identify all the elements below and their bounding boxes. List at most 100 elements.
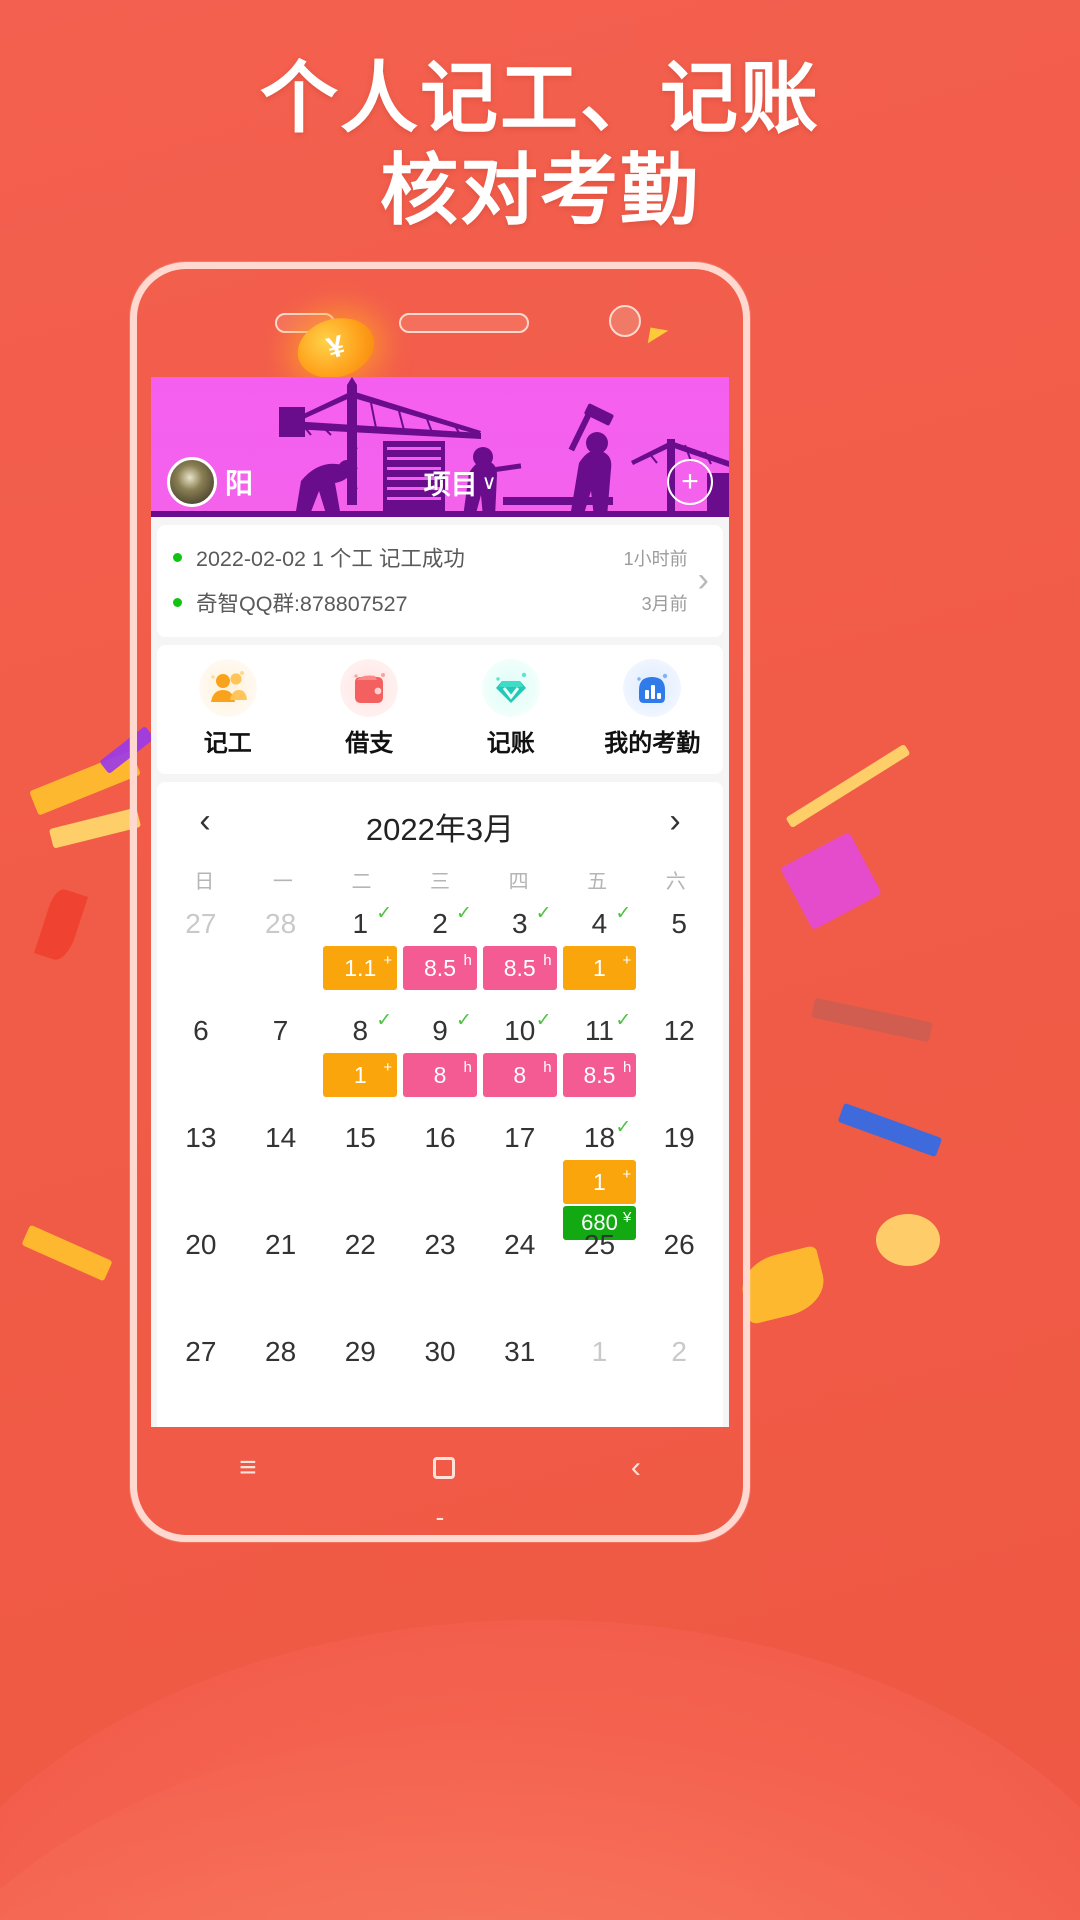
calendar-grid: 27 28 1 ✓ 1.1 +2 ✓ 8.5 h 3 ✓ 8.5 h 4 ✓ 1 +5 6 7 8 ✓ 1 +9 ✓ 8 h 10 ✓… [161, 898, 719, 1427]
calendar-day-cell[interactable]: 15 [320, 1112, 400, 1219]
calendar-day-cell[interactable]: 1 [560, 1326, 640, 1427]
calendar-day-cell[interactable]: 27 [161, 898, 241, 1005]
menu-icon[interactable]: ≡ [239, 1451, 257, 1485]
check-icon: ✓ [455, 903, 472, 924]
calendar-weekday: 三 [430, 871, 451, 893]
calendar-day-cell[interactable]: 2 ✓ 8.5 h [400, 898, 480, 1005]
chevron-down-icon: ∨ [481, 471, 497, 494]
calendar-day-cell[interactable]: 7 [241, 1005, 321, 1112]
confetti-ribbon [876, 1214, 940, 1266]
day-badge-unit: h [543, 1059, 552, 1076]
calendar-day-number: 26 [663, 1229, 695, 1260]
calendar-day-cell[interactable]: 28 [241, 898, 321, 1005]
notice-card[interactable]: 2022-02-02 1 个工 记工成功 1小时前 奇智QQ群:87880752… [157, 525, 723, 637]
calendar-day-cell[interactable]: 30 [400, 1326, 480, 1427]
day-badge[interactable]: 8h [403, 1053, 477, 1097]
calendar-day-cell[interactable]: 28 [241, 1326, 321, 1427]
front-camera [609, 305, 641, 337]
add-button[interactable]: + [667, 459, 713, 505]
list-item[interactable]: 2022-02-02 1 个工 记工成功 1小时前 [167, 535, 694, 580]
calendar-day-cell[interactable]: 6 [161, 1005, 241, 1112]
day-badge-value: 1 [593, 1168, 606, 1195]
calendar-day-cell[interactable]: 2 [639, 1326, 719, 1427]
calendar-day-cell[interactable]: 24 [480, 1219, 560, 1326]
quick-action-jigong[interactable]: 记工 [157, 659, 299, 758]
home-square-icon[interactable] [432, 1457, 455, 1479]
check-icon: ✓ [376, 903, 393, 924]
calendar-day-cell[interactable]: 21 [241, 1219, 321, 1326]
check-icon: ✓ [535, 1010, 552, 1031]
chevron-right-icon[interactable]: › [694, 561, 717, 600]
day-badge[interactable]: 1 + [323, 1053, 398, 1097]
calendar-day-cell[interactable]: 13 [161, 1112, 241, 1219]
day-badge[interactable]: 1 + [562, 1160, 637, 1204]
day-badge-unit: + [622, 952, 632, 969]
phone-mockup: ¥ 阳 项目 ∨ + 2022-02-02 1 个工 记工成功 1小时前 奇智Q… [130, 262, 750, 1542]
prev-month-button[interactable]: ‹ [183, 798, 227, 845]
quick-action-label: 记工 [203, 730, 252, 757]
calendar-day-cell[interactable]: 26 [639, 1219, 719, 1326]
back-icon[interactable]: ‹ [631, 1451, 641, 1485]
calendar-week-row: 27 28 1 ✓ 1.1 +2 ✓ 8.5 h 3 ✓ 8.5 h 4 ✓ 1 +5 [161, 898, 719, 1005]
calendar-day-number: 10 ✓ [504, 1010, 552, 1046]
avatar[interactable] [167, 457, 217, 507]
list-item[interactable]: 奇智QQ群:878807527 3月前 [167, 580, 694, 625]
calendar-day-cell[interactable]: 4 ✓ 1 + [560, 898, 640, 1005]
calendar-day-cell[interactable]: 11 ✓ 8.5 h [560, 1005, 640, 1112]
calendar-day-cell[interactable]: 14 [241, 1112, 321, 1219]
quick-action-jiezhi[interactable]: 借支 [299, 659, 441, 758]
day-badge[interactable]: 8h [482, 1053, 557, 1097]
quick-action-jizhang[interactable]: 记账 [440, 659, 582, 758]
calendar-weekday-header: 日一二三四五六 [161, 865, 719, 898]
day-badge[interactable]: 8.5 h [482, 946, 557, 990]
calendar-day-cell[interactable]: 3 ✓ 8.5 h [480, 898, 560, 1005]
calendar-day-number: 4 ✓ [591, 903, 632, 939]
confetti-ribbon [837, 1102, 943, 1158]
calendar-day-cell[interactable]: 27 [161, 1326, 241, 1427]
quick-action-wodekaoqin[interactable]: 我的考勤 [582, 659, 724, 758]
calendar-day-cell[interactable]: 18 ✓ 1 +680 ¥ [560, 1112, 640, 1240]
dash-indicator: - [435, 1502, 445, 1532]
confetti-ribbon [21, 1224, 113, 1282]
calendar-weekday: 日 [194, 871, 215, 893]
calendar-weekday: 六 [665, 871, 686, 893]
calendar-day-cell[interactable]: 17 [480, 1112, 560, 1219]
day-badge-value: 8.5 [424, 954, 456, 981]
notice-time: 1小时前 [623, 548, 688, 569]
calendar-day-cell[interactable]: 16 [400, 1112, 480, 1219]
confetti-ribbon [785, 743, 911, 829]
calendar-day-number: 18 ✓ [583, 1117, 632, 1153]
quick-action-row: 记工 借支 记账 我的考勤 [157, 645, 723, 774]
calendar-day-cell[interactable]: 12 [639, 1005, 719, 1112]
calendar-day-cell[interactable]: 25 [560, 1219, 640, 1326]
calendar-day-number: 2 ✓ [432, 903, 472, 939]
day-badge[interactable]: 8.5 h [403, 946, 477, 990]
calendar-day-number: 24 [504, 1229, 536, 1260]
calendar-day-cell[interactable]: 19 [639, 1112, 719, 1219]
calendar-day-cell[interactable]: 5 [639, 898, 719, 1005]
calendar-day-cell[interactable]: 8 ✓ 1 + [320, 1005, 400, 1112]
calendar-week-row: 13 14 15 16 17 18 ✓ 1 +680 ¥19 [161, 1112, 719, 1240]
day-badge-unit: + [383, 952, 393, 969]
next-month-button[interactable]: › [653, 798, 697, 845]
day-badge[interactable]: 1.1 + [323, 946, 398, 990]
calendar-day-cell[interactable]: 20 [161, 1219, 241, 1326]
calendar-day-number: 1 [591, 1336, 608, 1367]
day-badge[interactable]: 1 + [562, 946, 637, 990]
calendar-day-cell[interactable]: 1 ✓ 1.1 + [320, 898, 400, 1005]
phone-top-bezel: ¥ [137, 269, 743, 387]
check-icon: ✓ [615, 903, 632, 924]
day-badge[interactable]: 8.5 h [562, 1053, 637, 1097]
notice-time: 3月前 [641, 593, 688, 614]
calendar-day-cell[interactable]: 31 [480, 1326, 560, 1427]
calendar-day-cell[interactable]: 10 ✓ 8 h [480, 1005, 560, 1112]
calendar-day-cell[interactable]: 23 [400, 1219, 480, 1326]
calendar-day-cell[interactable]: 9 ✓ 8 h [400, 1005, 480, 1112]
calendar-day-cell[interactable]: 22 [320, 1219, 400, 1326]
chart-icon [623, 659, 682, 717]
day-badge-unit: + [383, 1059, 393, 1076]
project-selector[interactable]: 项目 ∨ [424, 463, 497, 502]
check-icon: ✓ [455, 1010, 472, 1031]
calendar-day-number: 3 ✓ [511, 903, 552, 939]
calendar-day-cell[interactable]: 29 [320, 1326, 400, 1427]
